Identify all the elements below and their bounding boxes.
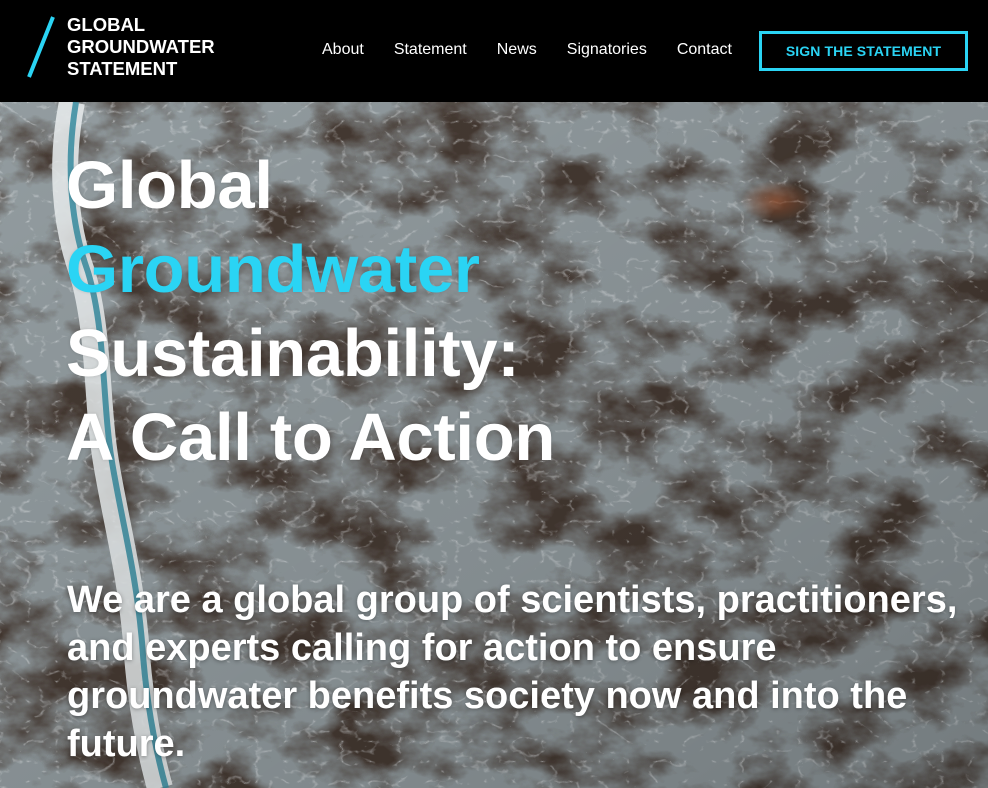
hero-title-line: Global	[66, 148, 273, 223]
page: GLOBAL GROUNDWATER STATEMENT About State…	[0, 0, 988, 788]
hero-title-line: Sustainability:	[66, 316, 520, 391]
sign-statement-button[interactable]: SIGN THE STATEMENT	[759, 31, 968, 71]
logo-line: STATEMENT	[67, 58, 178, 79]
hero-title-line: A Call to Action	[66, 400, 555, 475]
logo-line: GLOBAL	[67, 14, 146, 35]
logo-text: GLOBAL GROUNDWATER STATEMENT	[67, 14, 215, 80]
hero-section: Global Groundwater Sustainability: A Cal…	[0, 102, 988, 788]
site-header: GLOBAL GROUNDWATER STATEMENT About State…	[0, 0, 988, 102]
hero-title: Global Groundwater Sustainability: A Cal…	[66, 144, 555, 480]
logo-slash-icon	[27, 16, 55, 78]
nav-item-statement[interactable]: Statement	[394, 40, 467, 60]
hero-description: We are a global group of scientists, pra…	[67, 579, 958, 765]
nav-item-signatories[interactable]: Signatories	[567, 40, 647, 60]
nav-item-about[interactable]: About	[322, 40, 364, 60]
main-nav: About Statement News Signatories Contact	[322, 40, 732, 60]
logo-line: GROUNDWATER	[67, 36, 215, 57]
nav-item-news[interactable]: News	[497, 40, 537, 60]
nav-item-contact[interactable]: Contact	[677, 40, 732, 60]
hero-title-highlight: Groundwater	[66, 232, 480, 307]
